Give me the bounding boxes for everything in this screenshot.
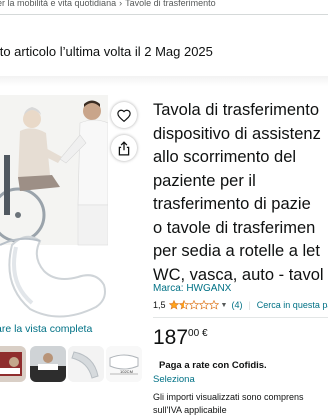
header-divider <box>0 14 328 15</box>
main-product-image[interactable] <box>0 95 108 320</box>
star-icon <box>198 300 209 310</box>
thumbnail-3[interactable] <box>68 346 104 382</box>
breadcrumb-separator: › <box>119 0 123 8</box>
rating-divider: | <box>248 300 251 310</box>
star-icon <box>208 300 219 310</box>
image-gallery <box>0 95 148 320</box>
chevron-down-icon[interactable]: ▼ <box>221 302 228 309</box>
brand-link[interactable]: Marca: HWGANX <box>153 283 231 294</box>
price-whole: 187 <box>153 326 189 349</box>
title-line: allo scorrimento del <box>153 148 297 166</box>
installments-text: Paga a rate con Cofidis. <box>159 360 267 371</box>
price-divider <box>153 317 328 318</box>
share-button[interactable] <box>111 135 137 161</box>
breadcrumb-item-mobility[interactable]: per la mobilità e vita quotidiana <box>0 0 116 8</box>
add-to-list-button[interactable] <box>111 102 137 128</box>
price-cents: 00 € <box>188 328 208 339</box>
product-title: Tavola di trasferimento dispositivo di a… <box>153 99 328 287</box>
title-line: dispositivo di assistenz <box>153 124 321 143</box>
price: 18700 € <box>153 326 208 350</box>
thumbnail-dimension-label: 102CM <box>120 369 133 374</box>
thumbnail-4-dimensions[interactable]: 102CM <box>106 346 142 382</box>
search-this-page-link[interactable]: Cerca in questa pagi <box>257 300 328 310</box>
star-icon <box>178 300 189 310</box>
star-icon <box>188 300 199 310</box>
title-line: Tavola di trasferimento <box>153 101 319 119</box>
rating-row: 1,5 ▼ (4) | Cerca in questa pagi <box>153 300 328 310</box>
breadcrumb-item-transfer-boards[interactable]: Tavole di trasferimento <box>125 0 216 8</box>
share-icon <box>118 140 130 155</box>
review-count-link[interactable]: (4) <box>231 300 242 310</box>
taxes-notice-2: sull'IVA applicabile <box>153 405 227 415</box>
title-line: per sedia a rotelle a let <box>153 242 320 260</box>
star-rating[interactable] <box>168 300 219 310</box>
taxes-notice: Gli importi visualizzati sono comprens <box>153 392 304 402</box>
last-viewed-notice: esto articolo l’ultima volta il 2 Mag 20… <box>0 44 213 59</box>
rating-value: 1,5 <box>153 300 166 310</box>
view-full-image-link[interactable]: are la vista completa <box>0 323 92 335</box>
thumbnail-2[interactable] <box>30 346 66 382</box>
breadcrumb: per la mobilità e vita quotidiana › Tavole… <box>0 0 328 14</box>
thumbnail-strip: 102CM <box>0 346 150 382</box>
heart-icon <box>117 109 131 122</box>
thumbnail-1[interactable] <box>0 346 26 382</box>
select-installments-link[interactable]: Seleziona <box>153 374 195 385</box>
star-icon <box>168 300 179 310</box>
title-line: paziente per il <box>153 171 256 190</box>
notice-divider <box>0 76 328 86</box>
title-line: o tavole di trasferimen <box>153 218 316 237</box>
title-line: trasferimento di pazie <box>153 195 311 213</box>
